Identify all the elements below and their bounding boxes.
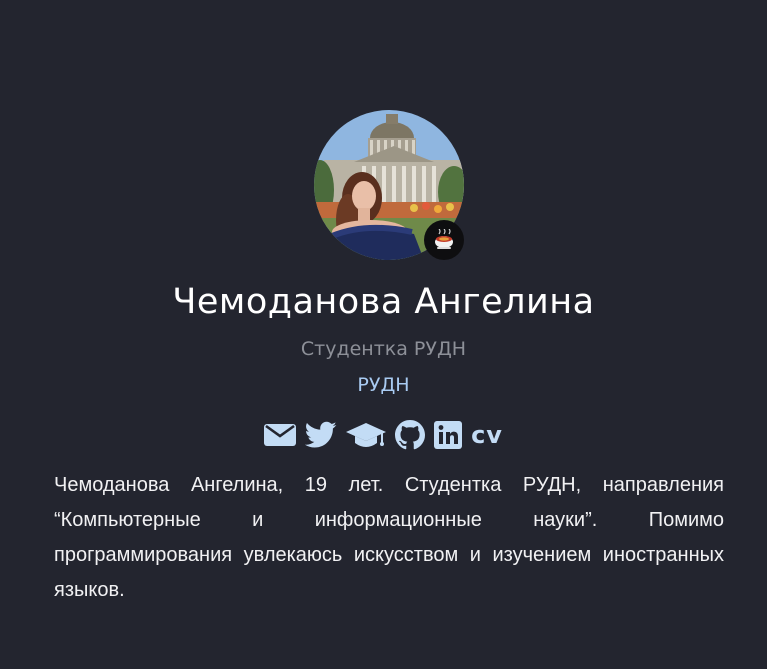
github-link[interactable] <box>395 418 426 452</box>
cv-label: cv <box>471 421 503 449</box>
profile-role: Студентка РУДН <box>300 338 467 360</box>
twitter-icon <box>305 421 337 448</box>
scholar-link[interactable] <box>346 418 387 452</box>
graduation-cap-icon <box>346 423 387 447</box>
profile-card: Чемоданова Ангелина Студентка РУДН РУДН <box>0 0 767 669</box>
social-links: cv <box>0 418 767 452</box>
bio-text: Чемоданова Ангелина, 19 лет. Студентка Р… <box>54 474 724 601</box>
linkedin-icon <box>434 421 463 449</box>
linkedin-link[interactable] <box>434 418 463 452</box>
cv-link[interactable]: cv <box>471 418 503 452</box>
github-icon <box>395 420 426 450</box>
profile-name: Чемоданова Ангелина <box>172 282 595 322</box>
avatar-container <box>314 110 464 260</box>
twitter-link[interactable] <box>305 418 337 452</box>
envelope-icon <box>264 424 297 446</box>
status-badge <box>424 220 464 260</box>
organization-link[interactable]: РУДН <box>0 372 767 398</box>
email-link[interactable] <box>264 418 297 452</box>
tea-cup-icon <box>435 229 453 249</box>
